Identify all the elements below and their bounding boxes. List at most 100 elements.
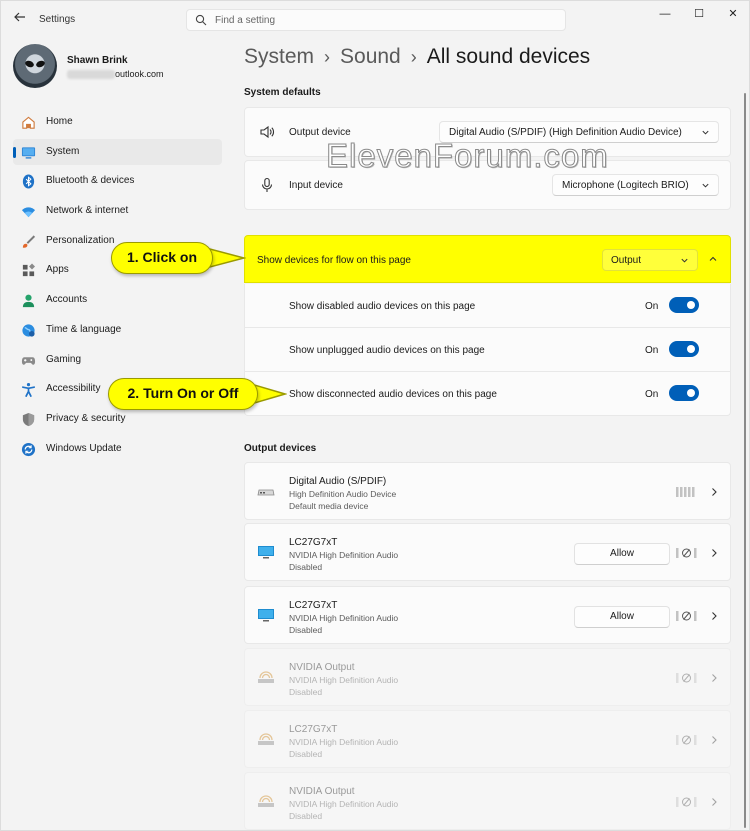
monitor-icon [258, 546, 274, 559]
sidebar-item-label: System [46, 145, 80, 157]
minimize-button[interactable]: — [653, 5, 677, 23]
home-icon [22, 116, 35, 129]
sidebar-item-network[interactable]: Network & internet [13, 198, 222, 224]
search-input[interactable] [215, 13, 555, 28]
device-driver: NVIDIA High Definition Audio [289, 675, 399, 685]
muted-volume-meter-icon [676, 797, 697, 807]
callout-turn-on-off: 2. Turn On or Off [108, 378, 258, 410]
show-disconnected-toggle[interactable] [669, 385, 699, 401]
sidebar-item-label: Personalization [46, 234, 115, 246]
device-driver: NVIDIA High Definition Audio [289, 799, 399, 809]
show-disabled-row: Show disabled audio devices on this page… [244, 284, 731, 328]
breadcrumb-system[interactable]: System [244, 45, 314, 68]
page-title: All sound devices [426, 45, 591, 68]
device-name: NVIDIA Output [289, 786, 355, 797]
input-device-dropdown[interactable]: Microphone (Logitech BRIO) [552, 174, 719, 196]
sidebar-item-accounts[interactable]: Accounts [13, 287, 222, 313]
selection-indicator [13, 146, 16, 158]
output-device-icon [258, 733, 274, 745]
flow-expander[interactable]: Show devices for flow on this page Outpu… [244, 235, 731, 283]
output-device-item[interactable]: Digital Audio (S/PDIF) High Definition A… [244, 462, 731, 520]
allow-button[interactable]: Allow [574, 543, 670, 565]
sidebar-item-label: Privacy & security [46, 412, 126, 424]
callout-click-on: 1. Click on [111, 242, 213, 274]
device-name: NVIDIA Output [289, 662, 355, 673]
muted-volume-meter-icon [676, 673, 697, 683]
gamepad-icon [21, 356, 36, 365]
accounts-icon [22, 294, 35, 308]
output-device-item[interactable]: LC27G7xT NVIDIA High Definition Audio Di… [244, 710, 731, 768]
toggle-state-text: On [645, 345, 659, 356]
sidebar-item-bluetooth[interactable]: Bluetooth & devices [13, 168, 222, 194]
show-unplugged-label: Show unplugged audio devices on this pag… [289, 345, 485, 356]
globe-icon [22, 324, 35, 337]
muted-volume-meter-icon [676, 548, 697, 558]
email-domain: outlook.com [115, 69, 164, 79]
device-status: Disabled [289, 811, 323, 821]
sidebar-item-label: Bluetooth & devices [46, 175, 135, 187]
system-defaults-heading: System defaults [244, 87, 321, 98]
sidebar-item-system[interactable]: System [13, 138, 222, 165]
user-email: outlook.com [67, 69, 164, 80]
watermark: ElevenForum.com [326, 137, 609, 175]
sidebar-nav: Home System Bluetooth & devices Network … [13, 109, 222, 465]
device-status: Disabled [289, 749, 323, 759]
allow-button[interactable]: Allow [574, 606, 670, 628]
avatar-eye-right [35, 59, 46, 69]
search-box[interactable] [186, 9, 566, 31]
maximize-button[interactable]: ☐ [687, 5, 711, 23]
muted-volume-meter-icon [676, 735, 697, 745]
volume-meter-icon [676, 487, 695, 497]
chevron-right-icon [712, 736, 717, 744]
breadcrumb: System › Sound › All sound devices [244, 45, 590, 69]
show-disabled-toggle[interactable] [669, 297, 699, 313]
bluetooth-icon [22, 174, 35, 189]
show-unplugged-row: Show unplugged audio devices on this pag… [244, 328, 731, 372]
avatar [13, 44, 57, 88]
sidebar-item-time-language[interactable]: Time & language [13, 317, 222, 343]
sidebar-item-home[interactable]: Home [13, 109, 222, 135]
chevron-up-icon[interactable] [708, 254, 718, 264]
chevron-right-icon [712, 674, 717, 682]
output-device-item[interactable]: LC27G7xT NVIDIA High Definition Audio Di… [244, 586, 731, 644]
device-driver: NVIDIA High Definition Audio [289, 737, 399, 747]
avatar-eye-left [24, 59, 35, 69]
sidebar-item-gaming[interactable]: Gaming [13, 347, 222, 373]
apps-icon [22, 263, 35, 277]
muted-volume-meter-icon [676, 611, 697, 621]
sidebar-item-label: Time & language [46, 323, 122, 335]
output-devices-heading: Output devices [244, 443, 317, 454]
chevron-right-icon [712, 798, 717, 806]
sidebar-item-windows-update[interactable]: Windows Update [13, 436, 222, 462]
show-disconnected-label: Show disconnected audio devices on this … [289, 389, 497, 400]
flow-dropdown-value: Output [611, 255, 642, 266]
brush-icon [22, 235, 36, 248]
input-device-value: Microphone (Logitech BRIO) [562, 180, 689, 191]
back-button[interactable] [11, 10, 29, 28]
output-device-item[interactable]: NVIDIA Output NVIDIA High Definition Aud… [244, 648, 731, 706]
chevron-down-icon [702, 183, 709, 188]
sidebar-item-label: Accessibility [46, 383, 101, 395]
device-name: LC27G7xT [289, 600, 338, 611]
output-device-item[interactable]: LC27G7xT NVIDIA High Definition Audio Di… [244, 523, 731, 581]
show-unplugged-toggle[interactable] [669, 341, 699, 357]
user-name: Shawn Brink [67, 55, 128, 66]
close-button[interactable]: ✕ [721, 5, 745, 23]
chevron-right-icon [712, 488, 717, 496]
scrollbar[interactable] [744, 93, 746, 828]
device-status: Disabled [289, 687, 323, 697]
breadcrumb-sound[interactable]: Sound [340, 45, 401, 68]
breadcrumb-separator: › [324, 47, 331, 67]
sidebar-item-label: Gaming [46, 353, 82, 365]
flow-expander-label: Show devices for flow on this page [257, 255, 411, 266]
device-status: Default media device [289, 501, 369, 511]
output-device-item[interactable]: NVIDIA Output NVIDIA High Definition Aud… [244, 772, 731, 830]
chevron-down-icon [702, 130, 709, 135]
speaker-icon [260, 125, 274, 139]
toggle-knob [687, 389, 695, 397]
device-status: Disabled [289, 625, 323, 635]
sidebar-item-label: Accounts [46, 294, 88, 306]
show-disabled-label: Show disabled audio devices on this page [289, 301, 476, 312]
email-redaction [67, 70, 115, 80]
flow-dropdown[interactable]: Output [602, 249, 698, 271]
